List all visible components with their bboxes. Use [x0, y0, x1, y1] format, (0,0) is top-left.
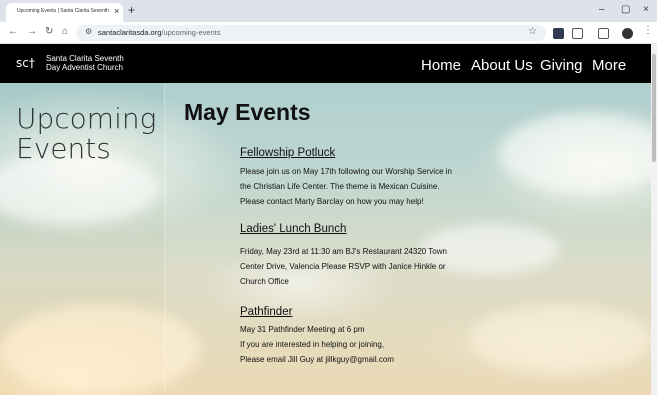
column-divider [164, 83, 165, 395]
event-title-fellowship-potluck[interactable]: Fellowship Potluck [240, 147, 335, 159]
event-line: Please join us on May 17th following our… [240, 167, 452, 176]
logo-line-2: Day Adventist Church [46, 63, 123, 72]
event-line: Please contact Marty Barclay on how you … [240, 197, 424, 206]
event-line: If you are interested in helping or join… [240, 340, 385, 349]
event-description: Please join us on May 17th following our… [240, 164, 480, 209]
event-line: Please email Jill Guy at jillkguy@gmail.… [240, 355, 394, 364]
tab-upcoming-events[interactable]: Upcoming Events | Santa Clarita Seventh … [6, 3, 123, 22]
page-scrollbar[interactable] [651, 44, 657, 395]
maximize-icon[interactable]: ▢ [621, 4, 630, 15]
site-logo-mark[interactable]: sc† [16, 56, 35, 70]
address-bar[interactable]: ⚙ santaclaritasda.org/upcoming-events ☆ [76, 25, 546, 41]
event-line: Church Office [240, 277, 289, 286]
event-description: Friday, May 23rd at 11:30 am BJ's Restau… [240, 244, 480, 289]
new-tab-icon[interactable]: + [128, 3, 135, 17]
forward-icon[interactable]: → [27, 26, 37, 37]
nav-more[interactable]: More [592, 57, 626, 74]
close-tab-icon[interactable]: × [114, 6, 119, 16]
events-heading: May Events [184, 99, 311, 125]
scrollbar-thumb[interactable] [652, 54, 656, 162]
logo-line-1: Santa Clarita Seventh [46, 54, 124, 63]
tab-strip: Upcoming Events | Santa Clarita Seventh … [0, 0, 657, 22]
site-header: sc† Santa Clarita Seventh Day Adventist … [0, 44, 651, 83]
web-page: sc† Santa Clarita Seventh Day Adventist … [0, 44, 651, 395]
menu-icon[interactable]: ⋮ [643, 25, 653, 36]
tab-title: Upcoming Events | Santa Clarita Seventh [17, 8, 109, 14]
browser-toolbar: ← → ↻ ⌂ ⚙ santaclaritasda.org/upcoming-e… [0, 22, 657, 44]
nav-giving[interactable]: Giving [540, 57, 583, 74]
reading-mode-icon[interactable] [598, 28, 609, 39]
minimize-icon[interactable]: – [599, 4, 605, 15]
extension-icon[interactable] [553, 28, 564, 39]
url-text: santaclaritasda.org/upcoming-events [98, 28, 221, 37]
page-title-line-2: Events [16, 132, 111, 165]
url-host: santaclaritasda.org [98, 28, 162, 37]
nav-about-us[interactable]: About Us [471, 57, 533, 74]
home-icon[interactable]: ⌂ [62, 26, 68, 37]
event-line: Friday, May 23rd at 11:30 am BJ's Restau… [240, 247, 447, 256]
event-line: Center Drive, Valencia Please RSVP with … [240, 262, 446, 271]
event-title-ladies-lunch-bunch[interactable]: Ladies' Lunch Bunch [240, 223, 346, 235]
back-icon[interactable]: ← [8, 26, 18, 37]
event-description: May 31 Pathfinder Meeting at 6 pm If you… [240, 322, 480, 367]
event-line: May 31 Pathfinder Meeting at 6 pm [240, 325, 365, 334]
event-line: the Christian Life Center. The theme is … [240, 182, 440, 191]
reload-icon[interactable]: ↻ [45, 26, 53, 37]
page-title: Upcoming Events [16, 104, 156, 164]
event-title-pathfinder[interactable]: Pathfinder [240, 306, 292, 318]
close-window-icon[interactable]: × [643, 4, 649, 15]
site-logo-text[interactable]: Santa Clarita Seventh Day Adventist Chur… [46, 54, 124, 72]
profile-avatar-icon[interactable] [622, 28, 633, 39]
page-title-line-1: Upcoming [16, 102, 157, 135]
nav-home[interactable]: Home [421, 57, 461, 74]
url-path: /upcoming-events [161, 28, 221, 37]
star-icon[interactable]: ☆ [528, 26, 537, 37]
extensions-puzzle-icon[interactable] [572, 28, 583, 39]
site-info-icon[interactable]: ⚙ [85, 27, 92, 36]
